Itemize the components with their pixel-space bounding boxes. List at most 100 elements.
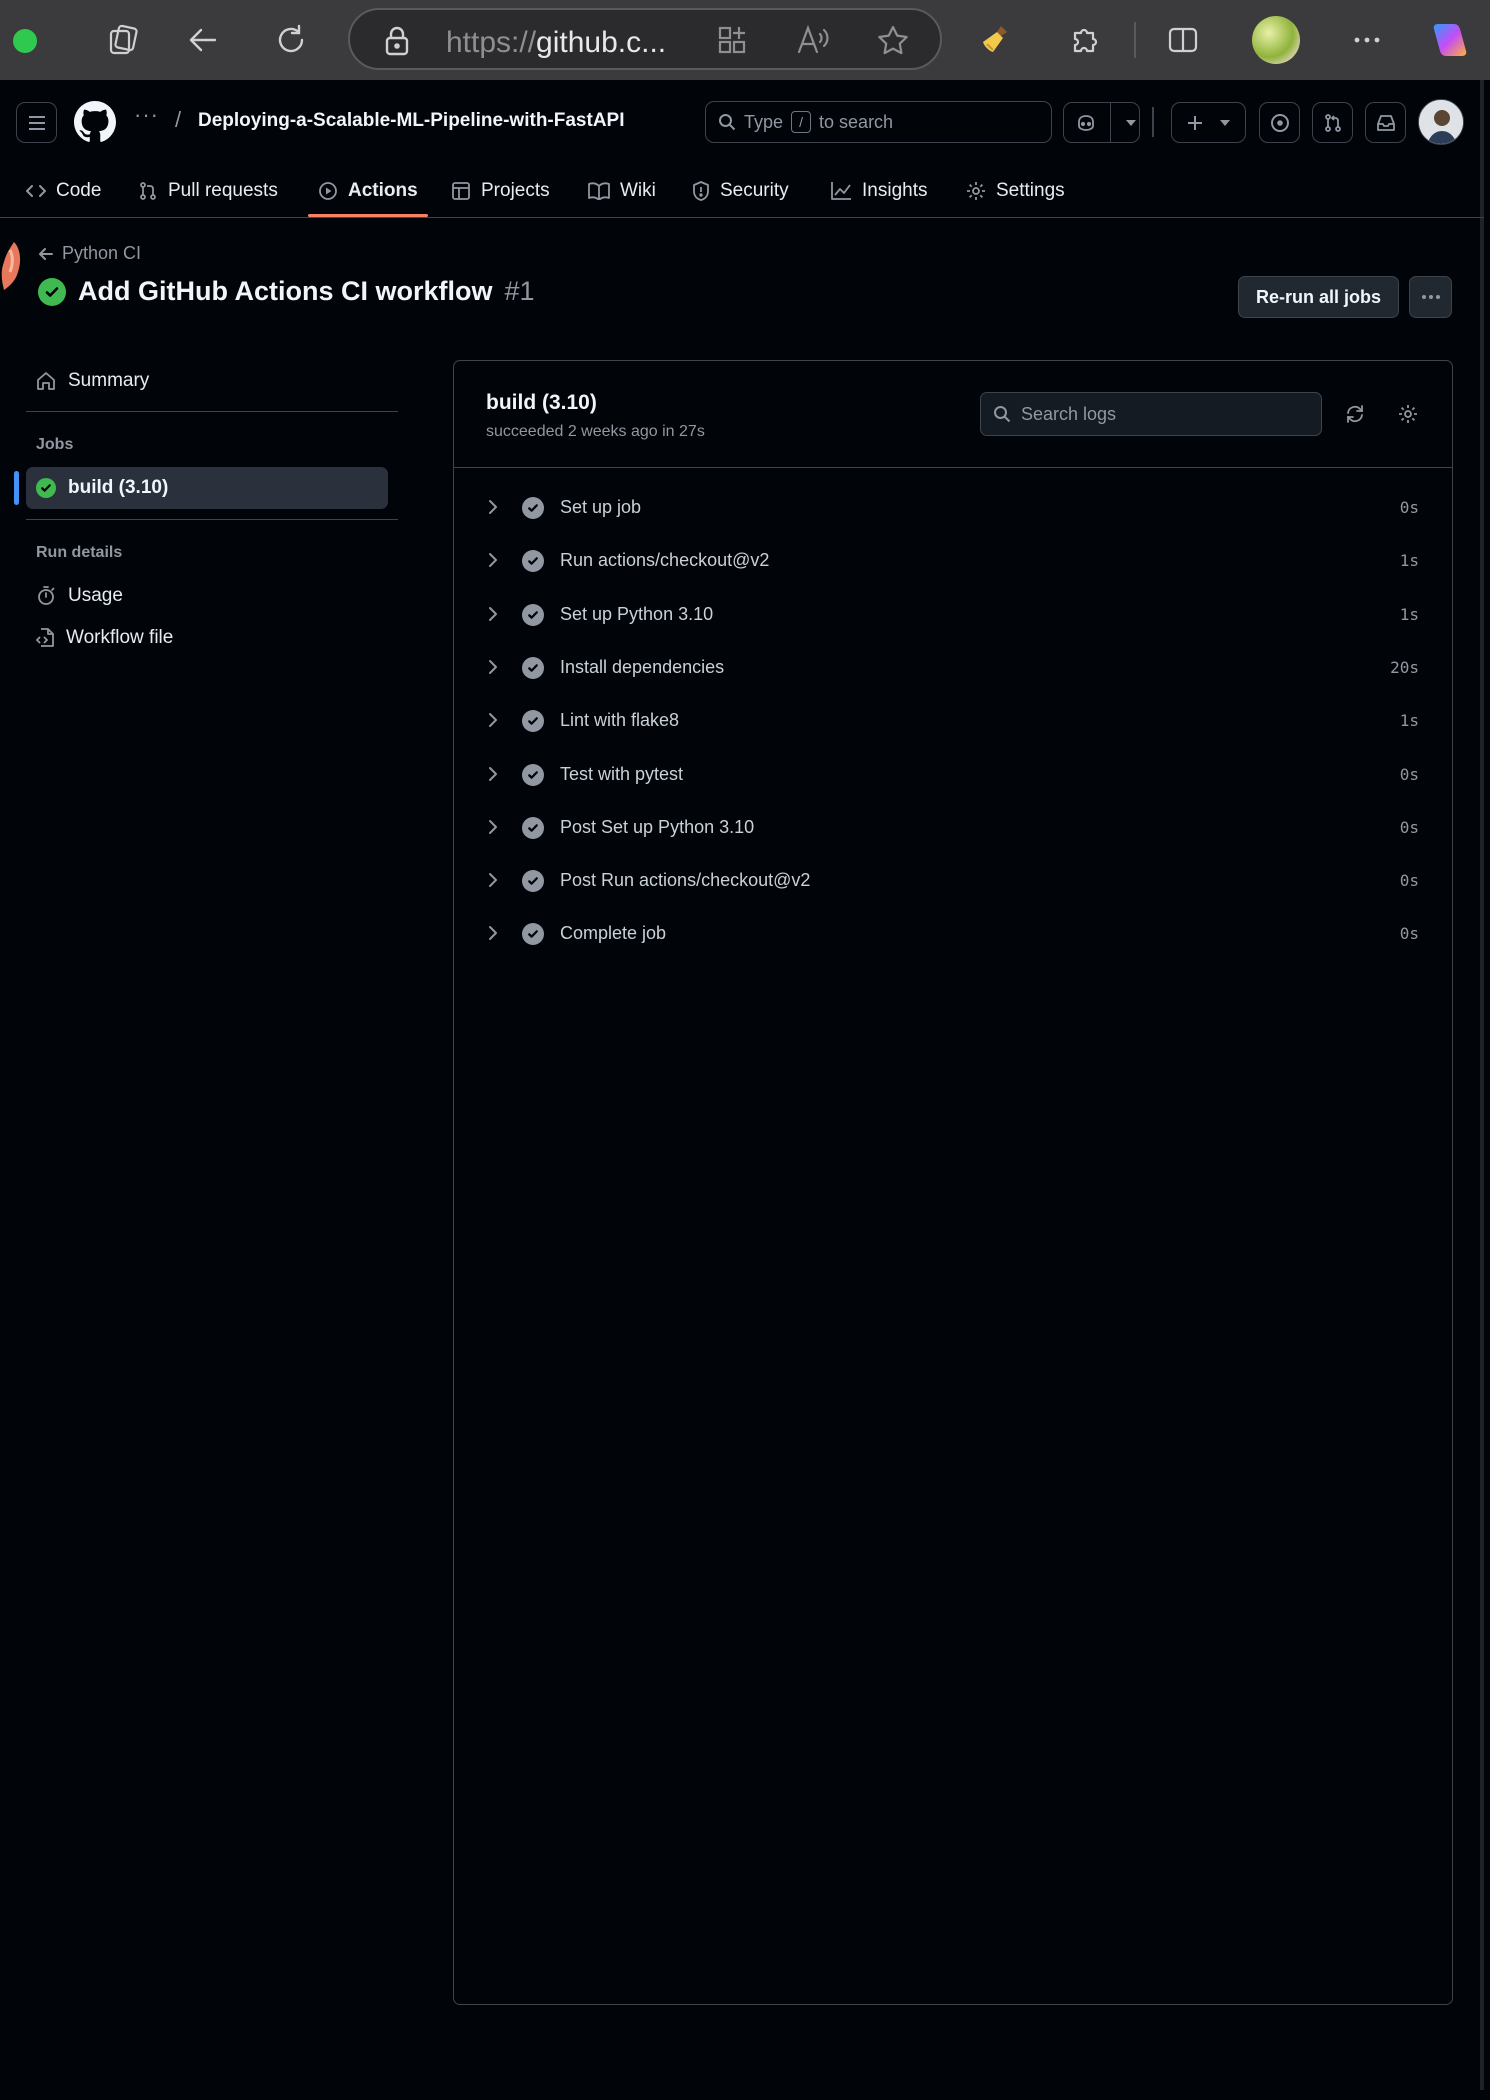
arrow-left-icon xyxy=(38,246,54,262)
sidebar-item-usage[interactable]: Usage xyxy=(26,575,123,617)
more-options-button[interactable] xyxy=(1409,276,1452,318)
app-grid-icon[interactable] xyxy=(716,24,748,56)
step-duration: 0s xyxy=(1399,817,1419,837)
extensions-puzzle-icon[interactable] xyxy=(1064,18,1108,62)
workflow-name: Python CI xyxy=(62,243,142,263)
chevron-right-icon xyxy=(487,765,499,783)
user-avatar[interactable] xyxy=(1418,99,1464,145)
sidebar-item-job-build[interactable]: build (3.10) xyxy=(26,467,168,509)
copilot-button[interactable] xyxy=(1063,102,1140,143)
step-name: Set up job xyxy=(560,497,642,517)
broom-extension-icon[interactable] xyxy=(975,18,1019,62)
rerun-all-jobs-button[interactable]: Re-run all jobs xyxy=(1238,276,1399,318)
step-duration: 0s xyxy=(1399,924,1419,944)
step-success-icon xyxy=(522,497,544,519)
back-arrow-icon[interactable] xyxy=(181,18,225,62)
global-search-input[interactable]: Type / to search xyxy=(705,101,1052,143)
chevron-right-icon xyxy=(487,924,499,942)
tab-projects[interactable]: Projects xyxy=(443,164,558,218)
run-title-text: Add GitHub Actions CI workflow xyxy=(78,276,493,306)
read-aloud-icon[interactable] xyxy=(796,24,830,56)
step-duration: 0s xyxy=(1399,764,1419,784)
address-bar[interactable]: https://github.c... xyxy=(348,8,942,70)
job-step-row[interactable]: Run actions/checkout@v2 1s xyxy=(454,534,1452,587)
job-step-row[interactable]: Post Set up Python 3.10 0s xyxy=(454,801,1452,854)
header-divider xyxy=(1152,107,1154,137)
copilot-icon[interactable] xyxy=(1428,18,1472,62)
step-name: Complete job xyxy=(560,923,667,944)
tab-code[interactable]: Code xyxy=(18,164,109,218)
step-success-icon xyxy=(522,656,544,679)
sidebar-item-summary[interactable]: Summary xyxy=(26,360,149,402)
refresh-logs-icon[interactable] xyxy=(1342,401,1368,427)
workflow-back-link[interactable]: Python CI xyxy=(38,243,141,264)
tab-actions-icon[interactable] xyxy=(101,18,145,62)
browser-profile-avatar[interactable] xyxy=(1252,16,1300,64)
search-shortcut-key: / xyxy=(791,111,812,133)
tab-insights[interactable]: Insights xyxy=(822,164,935,218)
pull-requests-button[interactable] xyxy=(1312,102,1353,143)
tab-label: Insights xyxy=(862,180,928,201)
create-new-button[interactable] xyxy=(1171,102,1246,143)
log-settings-gear-icon[interactable] xyxy=(1395,401,1421,427)
step-name: Test with pytest xyxy=(560,763,684,784)
shield-icon xyxy=(692,181,710,201)
window-control-dot[interactable] xyxy=(13,29,37,53)
code-icon xyxy=(26,183,46,199)
sidebar-item-workflow-file[interactable]: Workflow file xyxy=(26,617,173,659)
job-step-row[interactable]: Install dependencies 20s xyxy=(454,641,1452,694)
favorite-star-icon[interactable] xyxy=(876,24,910,56)
job-header: build (3.10) succeeded 2 weeks ago in 27… xyxy=(454,361,1452,468)
tab-wiki[interactable]: Wiki xyxy=(580,164,664,218)
kebab-horizontal-icon xyxy=(1421,294,1441,300)
global-header: ··· / Deploying-a-Scalable-ML-Pipeline-w… xyxy=(0,80,1484,164)
issue-circle-icon xyxy=(1270,113,1290,133)
hamburger-menu-button[interactable] xyxy=(16,102,57,143)
sidebar-item-label: Summary xyxy=(68,370,150,391)
inbox-button[interactable] xyxy=(1365,102,1406,143)
tab-pull-requests[interactable]: Pull requests xyxy=(130,164,286,218)
url-text: https://github.c... xyxy=(446,26,667,59)
inbox-icon xyxy=(1376,114,1396,132)
refresh-icon[interactable] xyxy=(269,18,313,62)
page-title: Add GitHub Actions CI workflow #1 xyxy=(38,276,535,307)
sidebar-active-indicator xyxy=(14,471,19,505)
job-step-row[interactable]: Set up Python 3.10 1s xyxy=(454,588,1452,641)
repo-name-link[interactable]: Deploying-a-Scalable-ML-Pipeline-with-Fa… xyxy=(198,110,625,132)
chevron-right-icon xyxy=(487,658,499,676)
step-success-icon xyxy=(522,550,544,573)
search-prefix: Type xyxy=(744,111,784,132)
tab-settings[interactable]: Settings xyxy=(958,164,1073,218)
success-check-icon xyxy=(38,277,66,306)
tab-label: Pull requests xyxy=(168,180,278,201)
tab-actions[interactable]: Actions xyxy=(310,164,426,218)
job-step-row[interactable]: Post Run actions/checkout@v2 0s xyxy=(454,854,1452,907)
chevron-right-icon xyxy=(487,711,499,729)
tab-label: Security xyxy=(720,180,789,201)
chevron-right-icon xyxy=(487,871,499,889)
step-duration: 1s xyxy=(1399,604,1419,624)
gear-icon xyxy=(966,181,986,201)
job-step-row[interactable]: Lint with flake8 1s xyxy=(454,694,1452,747)
browser-menu-icon[interactable] xyxy=(1345,18,1389,62)
tab-security[interactable]: Security xyxy=(684,164,797,218)
job-log-panel: build (3.10) succeeded 2 weeks ago in 27… xyxy=(453,360,1453,2005)
play-circle-icon xyxy=(318,181,338,201)
search-icon xyxy=(718,113,736,131)
job-step-row[interactable]: Set up job 0s xyxy=(454,481,1452,534)
search-logs-input[interactable]: Search logs xyxy=(980,392,1322,436)
stopwatch-icon xyxy=(36,586,56,606)
table-icon xyxy=(451,181,471,201)
github-logo-icon[interactable] xyxy=(74,101,116,143)
job-status-text: succeeded 2 weeks ago in 27s xyxy=(486,423,705,440)
split-screen-icon[interactable] xyxy=(1161,18,1205,62)
sidebar-item-label: Usage xyxy=(68,585,123,606)
browser-toolbar: https://github.c... xyxy=(0,0,1490,80)
job-step-row[interactable]: Test with pytest 0s xyxy=(454,748,1452,801)
step-duration: 1s xyxy=(1399,551,1419,571)
sidebar-item-label: Workflow file xyxy=(66,627,174,648)
issues-button[interactable] xyxy=(1259,102,1300,143)
breadcrumb-ellipsis[interactable]: ··· xyxy=(134,102,159,128)
job-step-row[interactable]: Complete job 0s xyxy=(454,907,1452,960)
tab-label: Actions xyxy=(348,180,418,201)
